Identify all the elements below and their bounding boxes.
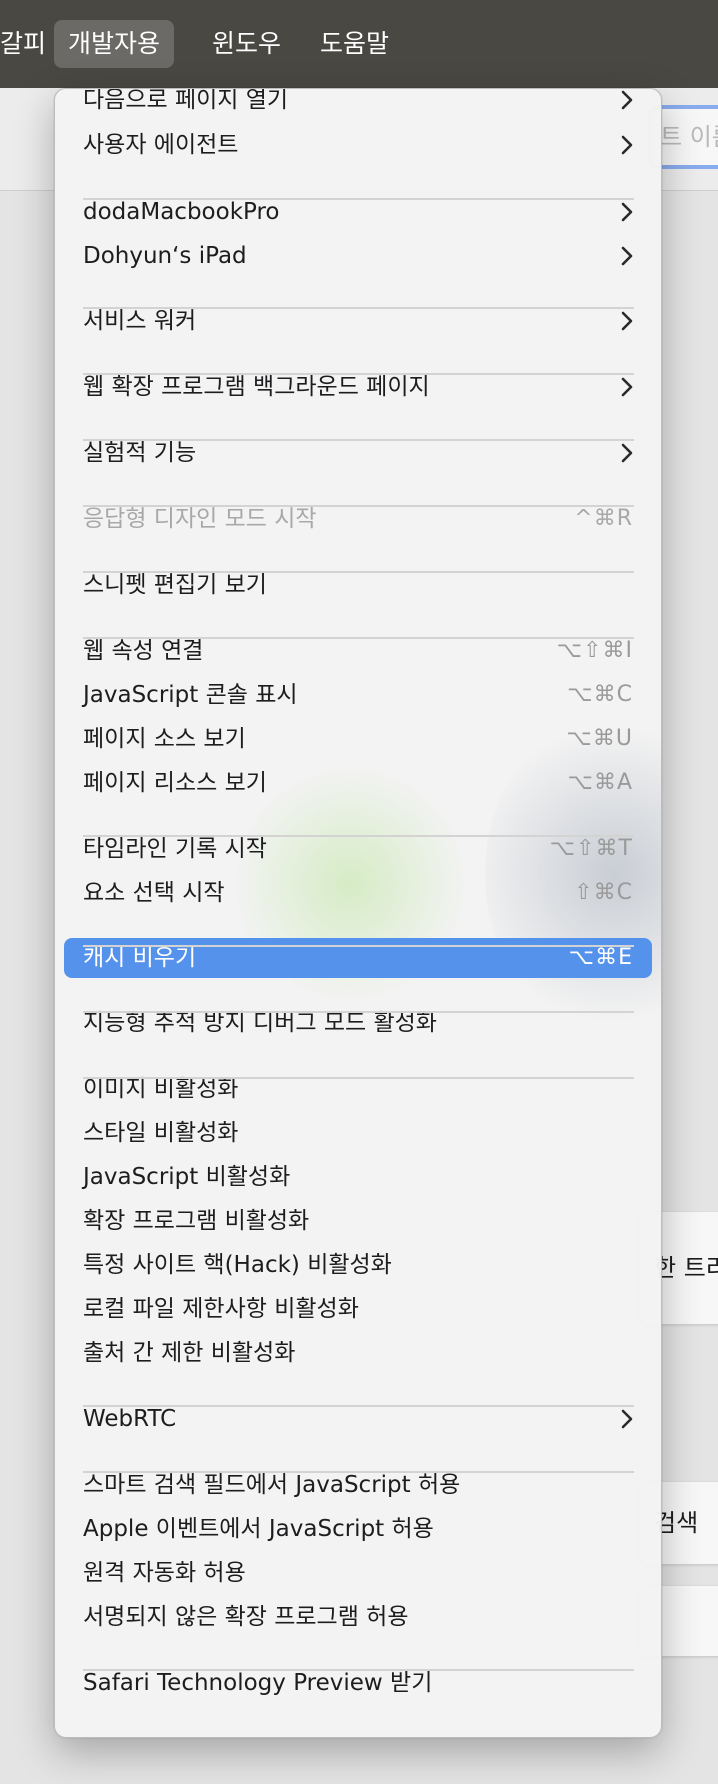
menu-item-label: 사용자 에이전트 [83, 132, 239, 158]
shortcut-label: ⌥⌘C [567, 682, 633, 707]
menubar-item-window[interactable]: 윈도우 [198, 20, 295, 68]
chevron-right-icon [616, 442, 638, 464]
menu-item-label: 서명되지 않은 확장 프로그램 허용 [83, 1604, 409, 1630]
menu-item-label: 원격 자동화 허용 [83, 1560, 246, 1586]
menu-item[interactable]: 지능형 추적 방지 디버그 모드 활성화 [64, 1003, 652, 1043]
menu-item[interactable]: 사용자 에이전트 [64, 125, 652, 165]
menu-item-label: 페이지 소스 보기 [83, 726, 246, 752]
menu-bar: 갈피 개발자용 윈도우 도움말 [0, 0, 718, 88]
chevron-right-icon [616, 201, 638, 223]
menu-item-label: 특정 사이트 핵(Hack) 비활성화 [83, 1252, 392, 1278]
menubar-item-help[interactable]: 도움말 [306, 20, 403, 68]
menu-separator [83, 439, 634, 441]
menu-item[interactable]: 로컬 파일 제한사항 비활성화 [64, 1289, 652, 1329]
menu-item-label: 페이지 리소스 보기 [83, 770, 267, 796]
menu-item[interactable]: 특정 사이트 핵(Hack) 비활성화 [64, 1245, 652, 1285]
menu-separator [83, 198, 634, 200]
menu-item[interactable]: 원격 자동화 허용 [64, 1553, 652, 1593]
menu-item-label: 지능형 추적 방지 디버그 모드 활성화 [83, 1010, 437, 1036]
menu-item[interactable]: 확장 프로그램 비활성화 [64, 1201, 652, 1241]
chevron-right-icon [616, 310, 638, 332]
menu-separator [83, 637, 634, 639]
menu-item[interactable]: JavaScript 비활성화 [64, 1157, 652, 1197]
chevron-right-icon [616, 245, 638, 267]
menu-item[interactable]: 다음으로 페이지 열기 [64, 88, 652, 120]
menu-separator [83, 1471, 634, 1473]
menu-item-label: 요소 선택 시작 [83, 880, 225, 906]
menu-item-label: 다음으로 페이지 열기 [83, 88, 289, 113]
menu-item[interactable]: 페이지 리소스 보기 ⌥⌘A [64, 763, 652, 803]
menu-item-label: Dohyun‘s iPad [83, 243, 247, 269]
menu-separator [83, 1405, 634, 1407]
menu-item-label: 출처 간 제한 비활성화 [83, 1340, 296, 1366]
shortcut-label: ⌥⌘E [568, 945, 633, 970]
chevron-right-icon [616, 376, 638, 398]
menu-item[interactable]: 캐시 비우기 ⌥⌘E [64, 938, 652, 978]
menu-separator [83, 1011, 634, 1013]
menu-separator [83, 505, 634, 507]
menu-item[interactable]: JavaScript 콘솔 표시 ⌥⌘C [64, 675, 652, 715]
menu-item-label: 이미지 비활성화 [83, 1076, 239, 1102]
menubar-item-develop[interactable]: 개발자용 [54, 20, 175, 68]
menu-item-label: 확장 프로그램 비활성화 [83, 1208, 310, 1234]
menu-item[interactable]: 서명되지 않은 확장 프로그램 허용 [64, 1597, 652, 1637]
shortcut-label: ⇧⌘C [574, 880, 633, 905]
menu-item-label: JavaScript 콘솔 표시 [83, 682, 298, 708]
menu-item[interactable]: 출처 간 제한 비활성화 [64, 1333, 652, 1373]
shortcut-label: ⌥⌘A [567, 770, 633, 795]
menu-item[interactable]: 이미지 비활성화 [64, 1069, 652, 1109]
menu-separator [83, 373, 634, 375]
menu-item-label: Apple 이벤트에서 JavaScript 허용 [83, 1516, 434, 1542]
menu-item[interactable]: 요소 선택 시작 ⇧⌘C [64, 873, 652, 913]
menu-separator [83, 945, 634, 947]
menu-item[interactable]: Apple 이벤트에서 JavaScript 허용 [64, 1509, 652, 1549]
chevron-right-icon [616, 134, 638, 156]
chevron-right-icon [616, 89, 638, 111]
shortcut-label: ⌥⌘U [566, 726, 633, 751]
develop-menu: 다음으로 페이지 열기 사용자 에이전트 dodaMacbookPro Dohyun‘… [54, 88, 662, 1738]
menubar-item-bookmarks[interactable]: 갈피 [0, 20, 60, 68]
menu-item-label: JavaScript 비활성화 [83, 1164, 291, 1190]
menu-separator [83, 1669, 634, 1671]
menu-item-label: 캐시 비우기 [83, 945, 197, 971]
menu-separator [83, 1077, 634, 1079]
menu-item[interactable]: 페이지 소스 보기 ⌥⌘U [64, 719, 652, 759]
menu-item[interactable]: 스타일 비활성화 [64, 1113, 652, 1153]
menu-item-label: 스타일 비활성화 [83, 1120, 239, 1146]
menu-separator [83, 571, 634, 573]
menu-separator [83, 835, 634, 837]
chevron-right-icon [616, 1408, 638, 1430]
menu-item[interactable]: Dohyun‘s iPad [64, 236, 652, 276]
menu-item-label: 로컬 파일 제한사항 비활성화 [83, 1296, 359, 1322]
menu-separator [83, 307, 634, 309]
